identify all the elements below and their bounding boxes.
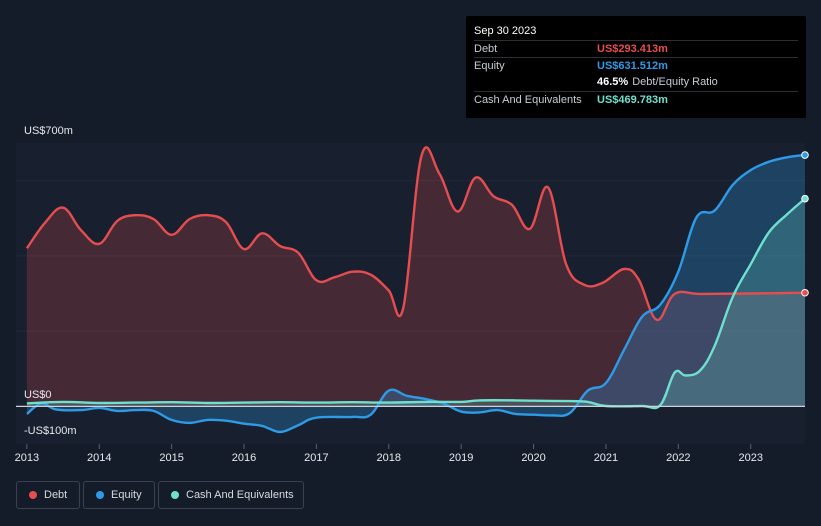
tooltip-debt-label: Debt — [474, 43, 498, 55]
tooltip-ratio-value: 46.5% — [597, 76, 629, 88]
end-point-1 — [801, 151, 809, 159]
legend-equity-label: Equity — [111, 489, 142, 501]
tooltip-row-equity: Equity US$631.512m — [474, 57, 798, 75]
legend-item-debt[interactable]: Debt — [16, 481, 80, 509]
x-tick-label-10: 2023 — [738, 452, 762, 464]
x-axis-ticks: 2013 2014 2015 2016 2017 2018 2019 2020 2021 2022… — [15, 444, 763, 464]
x-tick-label-2: 2015 — [159, 452, 183, 464]
legend-item-equity[interactable]: Equity — [83, 481, 155, 509]
y-tick-label-zero: US$0 — [24, 389, 52, 401]
y-tick-label-top: US$700m — [24, 125, 73, 137]
tooltip-equity-label: Equity — [474, 60, 505, 72]
tooltip-debt-value: US$293.413m — [597, 43, 668, 55]
tooltip-cash-label: Cash And Equivalents — [474, 94, 582, 106]
debt-legend-dot-icon — [29, 491, 37, 499]
equity-legend-dot-icon — [96, 491, 104, 499]
end-point-0 — [801, 288, 809, 297]
tooltip-row-cash: Cash And Equivalents US$469.783m — [474, 91, 798, 109]
cash-legend-dot-icon — [171, 491, 179, 499]
x-tick-label-0: 2013 — [15, 452, 39, 464]
legend-item-cash[interactable]: Cash And Equivalents — [158, 481, 304, 509]
tooltip-cash-value: US$469.783m — [597, 94, 668, 106]
x-tick-label-5: 2018 — [377, 452, 401, 464]
x-tick-label-4: 2017 — [304, 452, 328, 464]
x-tick-label-9: 2022 — [666, 452, 690, 464]
tooltip-equity-value: US$631.512m — [597, 60, 668, 72]
legend-debt-label: Debt — [44, 489, 68, 501]
tooltip-ratio-label: Debt/Equity Ratio — [632, 76, 718, 88]
x-tick-label-7: 2020 — [521, 452, 545, 464]
end-point-2 — [801, 194, 809, 203]
legend-cash-label: Cash And Equivalents — [186, 489, 294, 501]
tooltip-date: Sep 30 2023 — [474, 25, 537, 37]
tooltip-row-debt: Debt US$293.413m — [474, 40, 798, 58]
tooltip-ratio-wrapper: 46.5% Debt/Equity Ratio — [597, 76, 718, 88]
x-tick-label-8: 2021 — [594, 452, 618, 464]
x-tick-label-3: 2016 — [232, 452, 256, 464]
x-tick-label-6: 2019 — [449, 452, 473, 464]
data-tooltip: Sep 30 2023 Debt US$293.413m Equity US$6… — [466, 16, 806, 118]
x-tick-label-1: 2014 — [87, 452, 111, 464]
y-tick-label-bottom: -US$100m — [24, 425, 77, 437]
tooltip-row-ratio: 46.5% Debt/Equity Ratio — [474, 74, 798, 91]
